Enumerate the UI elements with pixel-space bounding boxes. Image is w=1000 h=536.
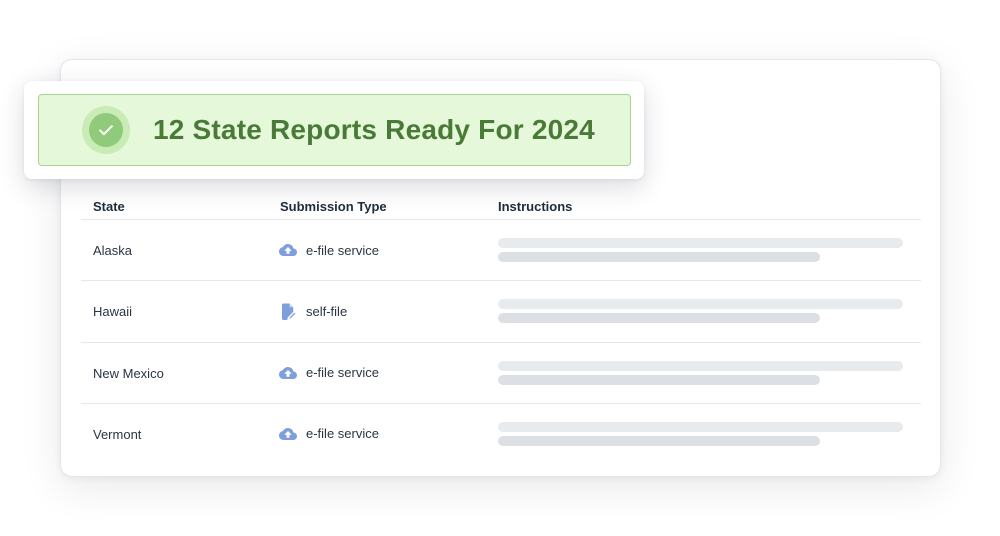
submission-type-label: e-file service: [306, 426, 379, 442]
instructions-placeholder-line: [498, 435, 820, 446]
instructions-placeholder-line: [498, 360, 903, 371]
cloud-upload-icon: [279, 244, 297, 256]
table-row[interactable]: New Mexico e-file service: [81, 343, 921, 404]
submission-type-label: e-file service: [306, 242, 379, 258]
success-banner: 12 State Reports Ready For 2024: [38, 94, 631, 166]
state-reports-table: State Submission Type Instructions Alask…: [81, 190, 921, 465]
check-circle-icon: [82, 106, 130, 154]
submission-type-label: self-file: [306, 303, 348, 319]
instructions-placeholder-line: [498, 421, 903, 432]
table-row[interactable]: Vermont e-file service: [81, 404, 921, 465]
submission-type: e-file service: [279, 241, 379, 259]
checkmark-icon: [99, 125, 113, 136]
submission-type: e-file service: [279, 425, 379, 443]
cloud-upload-icon: [279, 427, 297, 440]
submission-type: self-file: [279, 302, 348, 321]
instructions-placeholder-line: [498, 299, 903, 310]
state-name: Alaska: [93, 243, 133, 258]
check-badge: [89, 113, 123, 147]
state-name: Vermont: [93, 426, 142, 442]
instructions-placeholder-line: [498, 238, 903, 248]
instructions-placeholder-line: [498, 313, 820, 324]
state-name: New Mexico: [93, 365, 164, 381]
submission-type-label: e-file service: [306, 365, 379, 381]
header-submission-type: Submission Type: [280, 199, 387, 214]
table-row[interactable]: Hawaii self-file: [81, 281, 921, 343]
header-instructions: Instructions: [498, 199, 573, 214]
cloud-upload-icon: [279, 366, 297, 379]
document-edit-icon: [282, 303, 297, 321]
stage: State Submission Type Instructions Alask…: [0, 0, 1000, 536]
instructions-placeholder-line: [498, 252, 820, 262]
submission-type: e-file service: [279, 364, 379, 382]
state-name: Hawaii: [93, 304, 133, 320]
table-header: State Submission Type Instructions: [81, 190, 921, 220]
banner-title: 12 State Reports Ready For 2024: [153, 114, 595, 145]
table-row[interactable]: Alaska e-file service: [81, 220, 921, 282]
instructions-placeholder-line: [498, 374, 820, 385]
success-toast: 12 State Reports Ready For 2024: [24, 81, 644, 179]
header-state: State: [93, 199, 125, 214]
